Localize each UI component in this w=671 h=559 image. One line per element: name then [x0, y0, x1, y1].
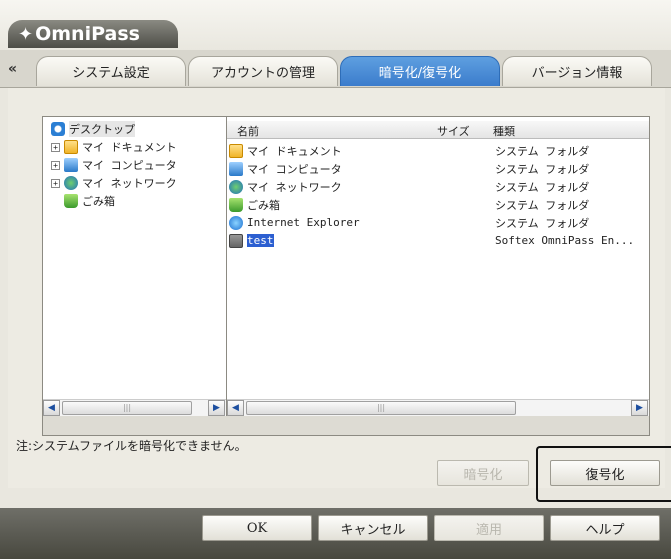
apply-button[interactable]: 適用: [434, 515, 544, 541]
row-type: システム フォルダ: [495, 198, 590, 212]
list-row-test[interactable]: test Softex OmniPass En...: [229, 232, 649, 249]
file-explorer: デスクトップ + マイ ドキュメント + マイ コンピュータ + マイ ネットワ…: [42, 116, 650, 417]
tab-encrypt-decrypt[interactable]: 暗号化/復号化: [340, 56, 500, 86]
network-icon: [64, 176, 78, 190]
row-type: Softex OmniPass En...: [495, 234, 635, 247]
desktop-icon: [51, 122, 65, 136]
column-header-name[interactable]: 名前: [237, 123, 259, 139]
help-button[interactable]: ヘルプ: [550, 515, 660, 541]
tab-strip: « システム設定 アカウントの管理 暗号化/復号化 バージョン情報: [0, 50, 671, 88]
scroll-thumb[interactable]: |||: [246, 401, 516, 415]
app-title: OmniPass: [35, 23, 140, 45]
scroll-left-icon[interactable]: ◀: [43, 400, 60, 416]
app-logo: ✦ OmniPass: [8, 20, 178, 48]
row-type: システム フォルダ: [495, 180, 590, 194]
tree-item-label: デスクトップ: [69, 121, 135, 137]
folder-icon: [229, 143, 243, 158]
list-horizontal-scrollbar[interactable]: ◀ ||| ▶: [227, 399, 649, 416]
tree-item-my-documents[interactable]: + マイ ドキュメント: [51, 139, 177, 155]
column-header-type[interactable]: 種類: [493, 123, 515, 139]
row-name: マイ コンピュータ: [247, 162, 342, 176]
network-icon: [229, 179, 243, 194]
row-type: システム フォルダ: [495, 216, 590, 230]
list-row-my-network[interactable]: マイ ネットワーク システム フォルダ: [229, 178, 649, 195]
tree-item-label: ごみ箱: [82, 195, 115, 208]
tree-item-my-network[interactable]: + マイ ネットワーク: [51, 175, 177, 191]
list-row-recycle-bin[interactable]: ごみ箱 システム フォルダ: [229, 196, 649, 213]
tree-item-my-computer[interactable]: + マイ コンピュータ: [51, 157, 177, 173]
tab-account-management[interactable]: アカウントの管理: [188, 56, 338, 86]
row-name: マイ ネットワーク: [247, 180, 342, 194]
row-type: システム フォルダ: [495, 162, 590, 176]
tree-item-label: マイ ドキュメント: [82, 141, 177, 154]
scroll-right-icon[interactable]: ▶: [631, 400, 648, 416]
list-row-my-computer[interactable]: マイ コンピュータ システム フォルダ: [229, 160, 649, 177]
folder-icon: [64, 140, 78, 154]
list-header: 名前 サイズ 種類: [227, 121, 649, 139]
tree-item-label: マイ コンピュータ: [82, 159, 177, 172]
internet-explorer-icon: [229, 215, 243, 230]
system-file-note: 注:システムファイルを暗号化できません。: [16, 439, 247, 453]
scroll-right-icon[interactable]: ▶: [208, 400, 225, 416]
folder-tree[interactable]: デスクトップ + マイ ドキュメント + マイ コンピュータ + マイ ネットワ…: [43, 117, 227, 417]
row-type: システム フォルダ: [495, 144, 590, 158]
expand-icon[interactable]: +: [51, 160, 60, 170]
list-row-my-documents[interactable]: マイ ドキュメント システム フォルダ: [229, 142, 649, 159]
cancel-button[interactable]: キャンセル: [318, 515, 428, 541]
tree-item-desktop[interactable]: デスクトップ: [51, 121, 135, 137]
computer-icon: [64, 158, 78, 172]
title-bar: ✦ OmniPass: [0, 0, 671, 50]
recycle-bin-icon: [229, 197, 243, 212]
file-list[interactable]: 名前 サイズ 種類 マイ ドキュメント システム フォルダ マイ コンピュータ …: [227, 117, 649, 417]
row-name: ごみ箱: [247, 198, 280, 212]
tree-item-recycle-bin[interactable]: ごみ箱: [64, 193, 115, 209]
scroll-thumb[interactable]: |||: [62, 401, 192, 415]
scroll-left-icon[interactable]: ◀: [227, 400, 244, 416]
highlight-callout: [536, 446, 671, 502]
expand-icon[interactable]: +: [51, 178, 60, 188]
tab-system-settings[interactable]: システム設定: [36, 56, 186, 86]
ok-button[interactable]: OK: [202, 515, 312, 541]
tab-version-info[interactable]: バージョン情報: [502, 56, 652, 86]
tab-scroll-left-icon[interactable]: «: [8, 61, 17, 77]
tree-horizontal-scrollbar[interactable]: ◀ ||| ▶: [43, 399, 226, 416]
expand-icon[interactable]: +: [51, 142, 60, 152]
status-bar: [42, 416, 650, 436]
row-name: Internet Explorer: [247, 216, 360, 229]
computer-icon: [229, 161, 243, 176]
main-panel: デスクトップ + マイ ドキュメント + マイ コンピュータ + マイ ネットワ…: [8, 88, 665, 488]
row-name: マイ ドキュメント: [247, 144, 342, 158]
recycle-bin-icon: [64, 194, 78, 208]
encrypt-button[interactable]: 暗号化: [437, 460, 529, 486]
omnipass-window: ✦ OmniPass « システム設定 アカウントの管理 暗号化/復号化 バージ…: [0, 0, 671, 559]
column-header-size[interactable]: サイズ: [437, 123, 470, 139]
fingerprint-icon: ✦: [18, 23, 34, 45]
list-row-internet-explorer[interactable]: Internet Explorer システム フォルダ: [229, 214, 649, 231]
encrypted-folder-icon: [229, 233, 243, 248]
tree-item-label: マイ ネットワーク: [82, 177, 177, 190]
row-name: test: [247, 234, 274, 247]
